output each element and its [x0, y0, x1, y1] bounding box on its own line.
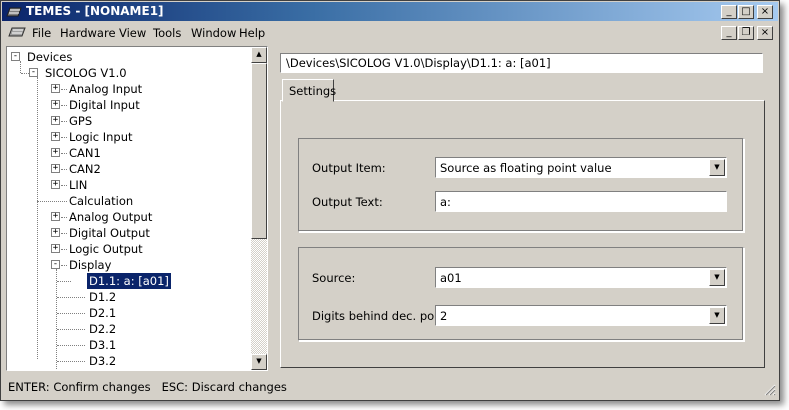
tree-expander[interactable]: + [51, 84, 60, 93]
tree-item-label: Logic Output [69, 242, 143, 256]
tree-item-label: Digital Input [69, 98, 140, 112]
title-bar[interactable]: TEMES - [NONAME1] _ □ × [2, 2, 778, 21]
tree-item-label: D3.1 [89, 338, 117, 352]
scroll-down-button[interactable]: ▼ [251, 354, 267, 370]
digits-value: 2 [440, 309, 448, 323]
tree-item-label: Analog Input [69, 82, 143, 96]
output-text-field[interactable]: a: [435, 191, 727, 212]
scroll-up-button[interactable]: ▲ [251, 47, 267, 63]
tab-settings[interactable]: Settings [282, 79, 336, 102]
path-field: \Devices\SICOLOG V1.0\Display\D1.1: a: [… [280, 53, 763, 73]
tree-scrollbar[interactable]: ▲ ▼ [251, 47, 267, 370]
mdi-restore-button[interactable]: ❐ [738, 26, 754, 40]
output-text-label: Output Text: [312, 195, 383, 209]
status-bar: ENTER: Confirm changes ESC: Discard chan… [2, 376, 778, 398]
scroll-thumb[interactable] [251, 63, 267, 239]
source-value: a01 [440, 271, 462, 285]
tree-expander[interactable]: + [51, 100, 60, 109]
output-item-label: Output Item: [312, 161, 386, 175]
document-icon[interactable] [8, 26, 26, 38]
tree-item-label: Calculation [69, 194, 134, 208]
digits-label: Digits behind dec. point: [312, 309, 454, 323]
tree-item-label: D3.2 [89, 354, 117, 368]
app-window: TEMES - [NONAME1] _ □ × File Hardware Vi… [0, 0, 780, 401]
tree-expander[interactable]: + [51, 148, 60, 157]
tree-item-label: Logic Input [69, 130, 133, 144]
tree-expander[interactable]: + [51, 212, 60, 221]
tree-item-label: Devices [27, 50, 73, 64]
tree-expander[interactable]: + [51, 180, 60, 189]
menu-tools[interactable]: Tools [153, 26, 181, 40]
tree-expander[interactable]: + [51, 228, 60, 237]
menu-view[interactable]: View [119, 26, 146, 40]
tree-item-label: Display [69, 258, 112, 272]
tree-item-label: D2.1 [89, 306, 117, 320]
source-label: Source: [312, 271, 356, 285]
tree-item-label: D2.2 [89, 322, 117, 336]
source-select[interactable]: a01 ▼ [435, 267, 727, 288]
tree-item-label: LIN [69, 178, 88, 192]
menu-file[interactable]: File [32, 26, 51, 40]
tree-item-label: D1.1: a: [a01] [86, 272, 172, 290]
status-text: ENTER: Confirm changes ESC: Discard chan… [8, 380, 287, 394]
output-group: Output Item: Source as floating point va… [298, 138, 744, 232]
maximize-button[interactable]: □ [738, 5, 754, 19]
tree-expander[interactable]: + [51, 164, 60, 173]
tree-expander[interactable]: + [51, 244, 60, 253]
mdi-close-button[interactable]: × [757, 26, 773, 40]
menu-window[interactable]: Window [191, 26, 236, 40]
tree-item-label: CAN1 [69, 146, 101, 160]
settings-panel: Output Item: Source as floating point va… [280, 100, 765, 368]
tree-item-label: Analog Output [69, 210, 153, 224]
digits-select[interactable]: 2 ▼ [435, 305, 727, 326]
menu-help[interactable]: Help [239, 26, 265, 40]
menu-bar: File Hardware View Tools Window Help _ ❐… [2, 22, 778, 43]
tree-expander[interactable]: + [51, 132, 60, 141]
resize-grip-icon[interactable] [764, 384, 776, 396]
tree-expander[interactable]: - [29, 68, 38, 77]
close-button[interactable]: × [757, 5, 773, 19]
tree-item-label: SICOLOG V1.0 [45, 66, 127, 80]
chevron-down-icon[interactable]: ▼ [709, 269, 725, 286]
menu-hardware[interactable]: Hardware [60, 26, 116, 40]
tree-expander[interactable]: - [51, 260, 60, 269]
window-title: TEMES - [NONAME1] [26, 4, 164, 18]
output-item-value: Source as floating point value [440, 161, 612, 175]
app-icon [6, 7, 22, 17]
output-item-select[interactable]: Source as floating point value ▼ [435, 157, 727, 178]
device-tree[interactable]: - Devices - SICOLOG V1.0 + Analog Input … [6, 46, 268, 371]
chevron-down-icon[interactable]: ▼ [709, 159, 725, 176]
source-group: Source: a01 ▼ Digits behind dec. point: … [298, 247, 744, 341]
tree-item-label: D1.2 [89, 290, 117, 304]
chevron-down-icon[interactable]: ▼ [709, 307, 725, 324]
tree-expander[interactable]: - [11, 52, 20, 61]
tree-expander[interactable]: + [51, 116, 60, 125]
tree-item-label: GPS [69, 114, 93, 128]
tree-item-label: CAN2 [69, 162, 101, 176]
mdi-minimize-button[interactable]: _ [721, 26, 737, 40]
minimize-button[interactable]: _ [721, 5, 737, 19]
tree-item-label: Digital Output [69, 226, 150, 240]
